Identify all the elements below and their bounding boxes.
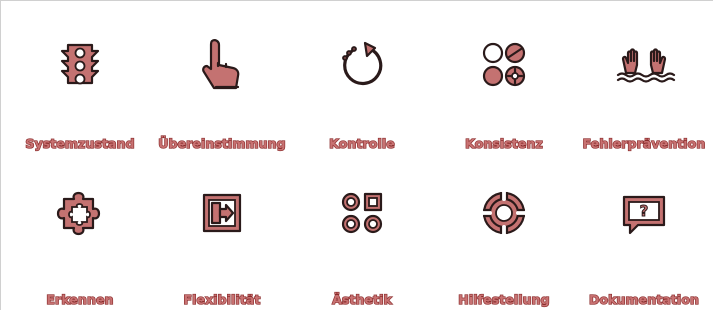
tile-dokumentation[interactable]: ? Dokumentation — [574, 0, 713, 308]
tile-label: Dokumentation — [588, 291, 700, 307]
tile-label: Ästhetik — [331, 291, 392, 307]
tile-hilfestellung[interactable]: Hilfestellung — [434, 0, 574, 308]
shapes-icon — [332, 183, 392, 243]
heuristics-grid: Systemzustand Übereinstimmung Kontrolle — [0, 0, 713, 310]
exit-door-icon — [192, 183, 252, 243]
tile-aesthetik[interactable]: Ästhetik — [292, 0, 432, 308]
tile-label: Erkennen — [46, 291, 114, 307]
svg-text:?: ? — [640, 202, 649, 220]
question-bubble-icon: ? — [614, 183, 674, 243]
puzzle-piece-icon — [50, 183, 110, 243]
tile-flexibilitaet[interactable]: Flexibilität — [152, 0, 292, 308]
tile-label: Hilfestellung — [458, 291, 551, 307]
tile-erkennen[interactable]: Erkennen — [10, 0, 150, 308]
lifebuoy-icon — [474, 183, 534, 243]
tile-label: Flexibilität — [183, 291, 261, 307]
